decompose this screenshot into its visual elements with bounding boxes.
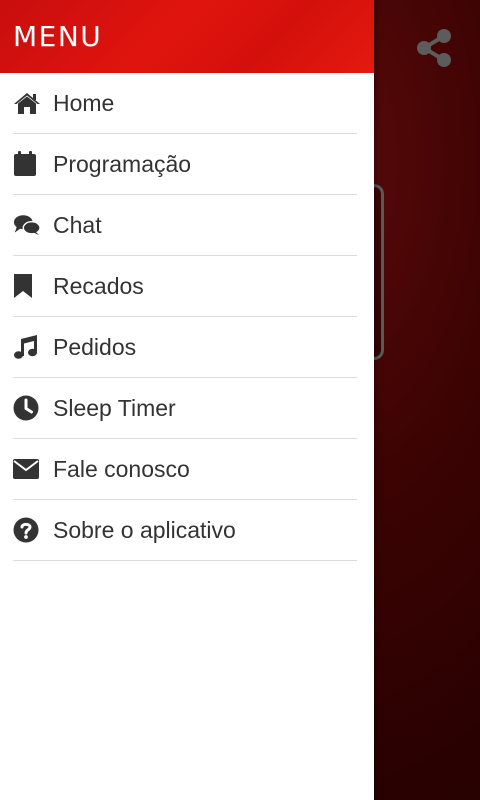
menu-item-label: Chat xyxy=(53,211,102,238)
chat-icon xyxy=(13,211,41,239)
menu-item-pedidos[interactable]: Pedidos xyxy=(13,317,357,378)
home-icon xyxy=(13,89,41,117)
drawer-header: MENU xyxy=(0,0,374,73)
menu-item-fale-conosco[interactable]: Fale conosco xyxy=(13,439,357,500)
calendar-icon xyxy=(13,150,41,178)
share-icon xyxy=(416,29,452,67)
music-icon xyxy=(13,333,41,361)
navigation-drawer: MENU Home Programação Chat Recados Pedid… xyxy=(0,0,374,800)
menu-item-recados[interactable]: Recados xyxy=(13,256,357,317)
drawer-title: MENU xyxy=(13,20,103,53)
menu-item-label: Sobre o aplicativo xyxy=(53,516,236,543)
menu-item-sobre[interactable]: Sobre o aplicativo xyxy=(13,500,357,561)
menu-item-label: Pedidos xyxy=(53,333,137,360)
question-circle-icon xyxy=(13,516,41,544)
share-button[interactable] xyxy=(414,28,454,68)
menu-item-label: Programação xyxy=(53,150,192,177)
app-screen: MENU Home Programação Chat Recados Pedid… xyxy=(0,0,480,800)
menu-list: Home Programação Chat Recados Pedidos Sl… xyxy=(0,73,374,561)
bookmark-icon xyxy=(13,272,41,300)
menu-item-label: Home xyxy=(53,89,115,116)
envelope-icon xyxy=(13,455,41,483)
menu-item-chat[interactable]: Chat xyxy=(13,195,357,256)
menu-item-label: Recados xyxy=(53,272,144,299)
menu-item-programacao[interactable]: Programação xyxy=(13,134,357,195)
menu-item-label: Sleep Timer xyxy=(53,394,176,421)
menu-item-sleep-timer[interactable]: Sleep Timer xyxy=(13,378,357,439)
menu-item-home[interactable]: Home xyxy=(13,73,357,134)
menu-item-label: Fale conosco xyxy=(53,455,190,482)
clock-icon xyxy=(13,394,41,422)
